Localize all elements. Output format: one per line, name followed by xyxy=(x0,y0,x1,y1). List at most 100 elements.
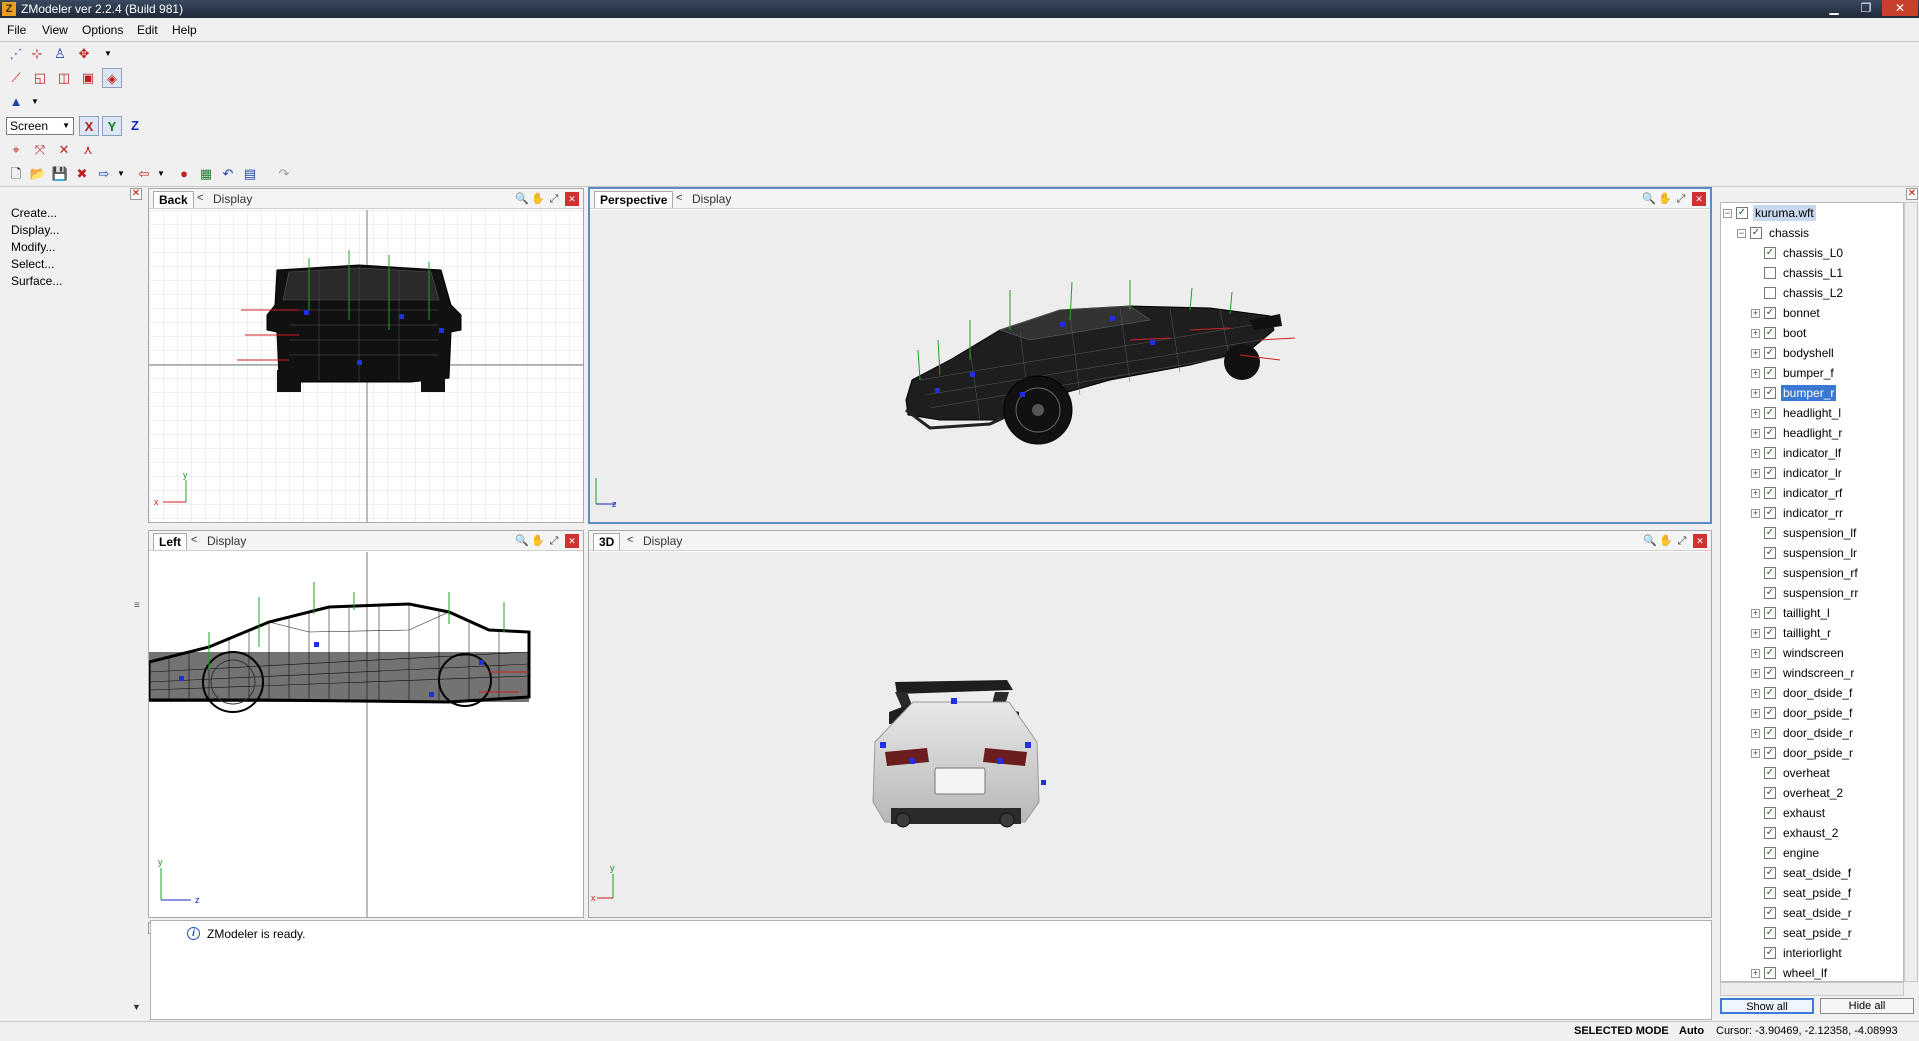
tree-node[interactable]: ✓ suspension_rr xyxy=(1751,585,1893,601)
visibility-checkbox[interactable]: ✓ xyxy=(1764,427,1776,439)
visibility-checkbox[interactable]: ✓ xyxy=(1764,587,1776,599)
tree-node[interactable]: + ✓ headlight_l xyxy=(1751,405,1893,421)
tree-node[interactable]: ✓ suspension_rf xyxy=(1751,565,1893,581)
zoom-icon[interactable]: 🔍 xyxy=(1642,192,1656,206)
create-cube-button[interactable]: ◈ xyxy=(102,68,122,88)
redo-icon[interactable]: ↷ xyxy=(274,164,294,184)
select-vertices-button[interactable]: ⋰ xyxy=(6,44,26,64)
viewport-name-tab[interactable]: Left xyxy=(153,533,187,550)
tree-node[interactable]: + ✓ taillight_l xyxy=(1751,605,1893,621)
expand-icon[interactable]: + xyxy=(1751,369,1760,378)
expand-icon[interactable]: + xyxy=(1751,449,1760,458)
viewport-back-arrow[interactable]: < xyxy=(191,534,197,546)
visibility-checkbox[interactable]: ✓ xyxy=(1764,967,1776,979)
visibility-checkbox[interactable]: ✓ xyxy=(1764,807,1776,819)
visibility-checkbox[interactable]: ✓ xyxy=(1764,767,1776,779)
maximize-viewport-icon[interactable]: ⤢ xyxy=(1674,192,1688,206)
export-dropdown-button[interactable]: ▼ xyxy=(156,164,166,184)
tree-node[interactable]: + ✓ bodyshell xyxy=(1751,345,1893,361)
visibility-checkbox[interactable]: ✓ xyxy=(1750,227,1762,239)
tree-node[interactable]: + ✓ door_dside_f xyxy=(1751,685,1893,701)
create-vertex-button[interactable]: ⟋ xyxy=(6,68,26,88)
pan-hand-icon[interactable]: ✋ xyxy=(1658,192,1672,206)
visibility-checkbox[interactable]: ✓ xyxy=(1764,307,1776,319)
viewport-perspective[interactable]: Perspective < Display 🔍 ✋ ⤢ ✕ z xyxy=(588,187,1712,524)
left-splitter[interactable]: ≡ ▼ xyxy=(130,200,144,1016)
minimize-button[interactable]: ▁ xyxy=(1818,0,1850,16)
visibility-checkbox[interactable] xyxy=(1764,267,1776,279)
visibility-checkbox[interactable]: ✓ xyxy=(1764,527,1776,539)
expand-icon[interactable]: + xyxy=(1751,309,1760,318)
tree-node[interactable]: + ✓ bumper_r xyxy=(1751,385,1893,401)
viewport-display-menu[interactable]: Display xyxy=(213,192,252,206)
visibility-checkbox[interactable]: ✓ xyxy=(1764,327,1776,339)
close-viewport-icon[interactable]: ✕ xyxy=(1692,192,1706,206)
maximize-viewport-icon[interactable]: ⤢ xyxy=(547,192,561,206)
hide-all-button[interactable]: Hide all xyxy=(1820,998,1914,1014)
scale-tool-button[interactable]: ⋏ xyxy=(78,140,98,160)
tree-node[interactable]: + ✓ windscreen xyxy=(1751,645,1893,661)
tree-node[interactable]: ✓ seat_dside_f xyxy=(1751,865,1893,881)
expand-icon[interactable]: + xyxy=(1751,689,1760,698)
tree-node[interactable]: + ✓ bumper_f xyxy=(1751,365,1893,381)
visibility-checkbox[interactable]: ✓ xyxy=(1764,667,1776,679)
viewport-display-menu[interactable]: Display xyxy=(207,534,246,548)
visibility-checkbox[interactable]: ✓ xyxy=(1764,607,1776,619)
expand-icon[interactable]: + xyxy=(1751,709,1760,718)
collapse-icon[interactable]: − xyxy=(1723,209,1732,218)
tree-node[interactable]: + ✓ indicator_rr xyxy=(1751,505,1893,521)
tree-vertical-scrollbar[interactable] xyxy=(1904,202,1918,982)
close-viewport-icon[interactable]: ✕ xyxy=(1693,534,1707,548)
tree-node[interactable]: + ✓ door_pside_f xyxy=(1751,705,1893,721)
zoom-icon[interactable]: 🔍 xyxy=(1643,534,1657,548)
visibility-checkbox[interactable]: ✓ xyxy=(1764,347,1776,359)
visibility-checkbox[interactable]: ✓ xyxy=(1764,627,1776,639)
tree-node[interactable]: ✓ exhaust xyxy=(1751,805,1893,821)
command-select[interactable]: Select... xyxy=(11,257,54,271)
viewport-canvas[interactable]: z xyxy=(590,210,1710,522)
pan-hand-icon[interactable]: ✋ xyxy=(1659,534,1673,548)
visibility-checkbox[interactable]: ✓ xyxy=(1764,447,1776,459)
command-surface[interactable]: Surface... xyxy=(11,274,62,288)
menu-file[interactable]: File xyxy=(7,23,26,37)
tree-node[interactable]: ✓ engine xyxy=(1751,845,1893,861)
viewport-name-tab[interactable]: Perspective xyxy=(594,191,674,208)
expand-icon[interactable]: + xyxy=(1751,669,1760,678)
tree-node[interactable]: chassis_L2 xyxy=(1751,285,1893,301)
visibility-checkbox[interactable]: ✓ xyxy=(1764,847,1776,859)
viewport-display-menu[interactable]: Display xyxy=(643,534,682,548)
new-file-icon[interactable]: 🗋 xyxy=(6,164,26,184)
visibility-checkbox[interactable]: ✓ xyxy=(1764,867,1776,879)
tree-node[interactable]: + ✓ indicator_lf xyxy=(1751,445,1893,461)
coordinate-space-select[interactable]: Screen ▼ xyxy=(6,117,74,135)
tree-node[interactable]: ✓ overheat_2 xyxy=(1751,785,1893,801)
visibility-checkbox[interactable]: ✓ xyxy=(1764,947,1776,959)
viewport-back[interactable]: Back < Display 🔍 ✋ ⤢ ✕ y x xyxy=(148,188,584,523)
export-icon[interactable]: ⇦ xyxy=(134,164,154,184)
visibility-checkbox[interactable]: ✓ xyxy=(1764,487,1776,499)
menu-view[interactable]: View xyxy=(42,23,68,37)
expand-icon[interactable]: + xyxy=(1751,609,1760,618)
visibility-checkbox[interactable]: ✓ xyxy=(1764,907,1776,919)
open-folder-icon[interactable]: 📂 xyxy=(28,164,48,184)
visibility-checkbox[interactable]: ✓ xyxy=(1764,567,1776,579)
tree-node[interactable]: − ✓ kuruma.wft xyxy=(1723,205,1893,221)
close-window-button[interactable]: ✕ xyxy=(1882,0,1918,16)
visibility-checkbox[interactable]: ✓ xyxy=(1736,207,1748,219)
visibility-checkbox[interactable]: ✓ xyxy=(1764,887,1776,899)
command-modify[interactable]: Modify... xyxy=(11,240,55,254)
properties-icon[interactable]: ▤ xyxy=(240,164,260,184)
expand-icon[interactable]: + xyxy=(1751,489,1760,498)
visibility-checkbox[interactable]: ✓ xyxy=(1764,407,1776,419)
import-icon[interactable]: ⇨ xyxy=(94,164,114,184)
tree-node[interactable]: + ✓ windscreen_r xyxy=(1751,665,1893,681)
create-face-button[interactable]: ◱ xyxy=(30,68,50,88)
tree-node[interactable]: + ✓ indicator_rf xyxy=(1751,485,1893,501)
select-object-button[interactable]: ♙ xyxy=(50,44,70,64)
zoom-icon[interactable]: 🔍 xyxy=(515,192,529,206)
select-faces-button[interactable]: ⊹ xyxy=(27,44,47,64)
tree-node[interactable]: + ✓ door_pside_r xyxy=(1751,745,1893,761)
tree-node[interactable]: ✓ interiorlight xyxy=(1751,945,1893,961)
viewport-name-tab[interactable]: 3D xyxy=(593,533,621,550)
snap-tool-button[interactable]: ⌖ xyxy=(6,140,26,160)
